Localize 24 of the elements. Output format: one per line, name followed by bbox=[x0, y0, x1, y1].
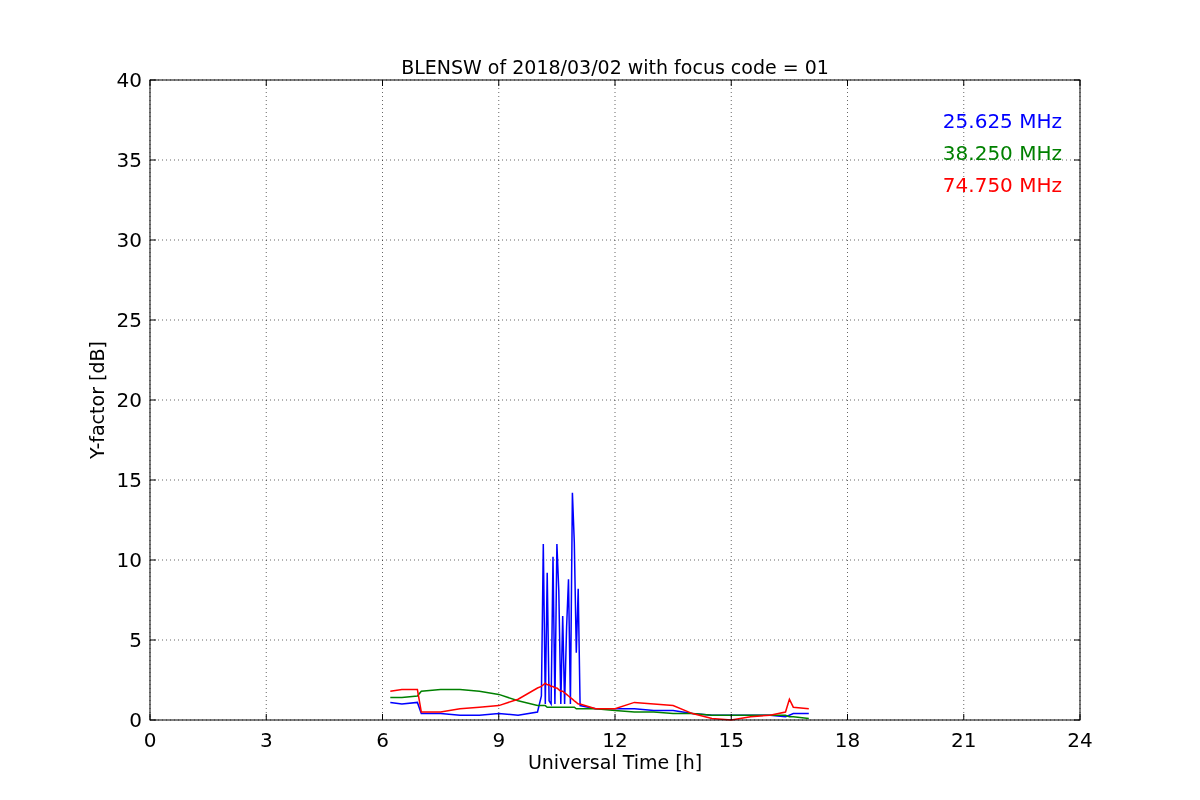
y-tick-label: 25 bbox=[116, 308, 142, 332]
x-tick-label: 21 bbox=[951, 728, 977, 752]
x-axis-label: Universal Time [h] bbox=[527, 751, 703, 773]
x-tick-label: 0 bbox=[143, 728, 157, 752]
y-axis-label: Y-factor [dB] bbox=[86, 341, 108, 459]
legend-label: 38.250 MHz bbox=[942, 141, 1062, 165]
y-tick-label: 30 bbox=[116, 228, 142, 252]
chart-title: BLENSW of 2018/03/02 with focus code = 01 bbox=[401, 56, 829, 78]
x-tick-label: 12 bbox=[602, 728, 628, 752]
x-tick-label: 18 bbox=[834, 728, 861, 752]
legend-label: 74.750 MHz bbox=[942, 173, 1062, 197]
y-tick-label: 0 bbox=[129, 708, 142, 732]
x-tick-label: 15 bbox=[718, 728, 744, 752]
y-tick-label: 10 bbox=[116, 548, 142, 572]
y-tick-label: 15 bbox=[116, 468, 142, 492]
x-tick-label: 6 bbox=[376, 728, 389, 752]
y-tick-label: 35 bbox=[116, 148, 142, 172]
legend-label: 25.625 MHz bbox=[942, 109, 1062, 133]
x-tick-label: 3 bbox=[259, 728, 273, 752]
y-tick-label: 5 bbox=[129, 628, 142, 652]
y-tick-label: 40 bbox=[116, 68, 142, 92]
y-tick-label: 20 bbox=[116, 388, 142, 412]
x-tick-label: 9 bbox=[492, 728, 506, 752]
x-tick-label: 24 bbox=[1067, 728, 1093, 752]
